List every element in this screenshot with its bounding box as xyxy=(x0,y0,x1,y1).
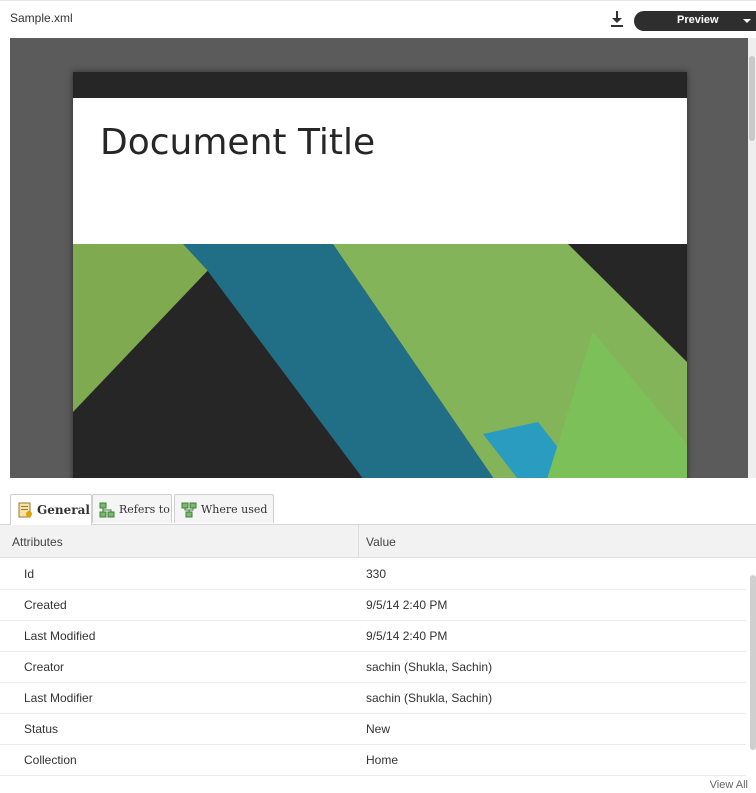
column-header-value: Value xyxy=(366,535,396,549)
attribute-name: Last Modified xyxy=(24,629,96,643)
document-cover-art xyxy=(73,244,687,478)
tab-refers-to[interactable]: Refers to xyxy=(92,494,172,523)
preview-scrollbar[interactable] xyxy=(748,38,756,478)
attribute-name: Status xyxy=(24,722,59,736)
attribute-value: New xyxy=(366,722,391,736)
table-row: Id 330 xyxy=(0,558,746,590)
column-divider[interactable] xyxy=(358,525,359,557)
table-row: Status New xyxy=(0,713,746,745)
attribute-value: Home xyxy=(366,753,399,767)
table-scrollbar[interactable] xyxy=(750,575,756,750)
preview-scrollbar-thumb[interactable] xyxy=(749,56,755,141)
attribute-value: 9/5/14 2:40 PM xyxy=(366,598,448,612)
table-row: Created 9/5/14 2:40 PM xyxy=(0,589,746,621)
general-icon xyxy=(18,502,32,518)
download-icon[interactable] xyxy=(610,10,624,28)
column-header-attributes: Attributes xyxy=(12,535,63,549)
tab-where-used-label: Where used xyxy=(201,503,268,516)
attribute-name: Creator xyxy=(24,660,65,674)
attribute-value: sachin (Shukla, Sachin) xyxy=(366,660,493,674)
attribute-value: 9/5/14 2:40 PM xyxy=(366,629,448,643)
table-header: Attributes Value xyxy=(0,525,756,558)
view-all-link[interactable]: View All xyxy=(710,779,748,791)
preview-button[interactable]: Preview xyxy=(634,11,756,31)
tab-bar: General Refers to Where used xyxy=(0,494,756,525)
chevron-down-icon[interactable] xyxy=(743,19,751,23)
file-name: Sample.xml xyxy=(10,11,73,25)
refers-to-icon xyxy=(99,502,115,518)
document-top-band xyxy=(73,72,687,98)
table-row: Creator sachin (Shukla, Sachin) xyxy=(0,651,746,683)
table-row: Collection Home xyxy=(0,744,746,776)
tab-where-used[interactable]: Where used xyxy=(174,494,274,523)
header-bar: Sample.xml Preview xyxy=(0,0,756,39)
document-title: Document Title xyxy=(100,122,376,163)
attribute-name: Last Modifier xyxy=(24,691,93,705)
tab-general[interactable]: General xyxy=(10,494,92,525)
attribute-name: Collection xyxy=(24,753,77,767)
tab-refers-to-label: Refers to xyxy=(119,503,170,516)
attribute-name: Created xyxy=(24,598,67,612)
preview-button-label: Preview xyxy=(677,14,719,26)
table-row: Last Modified 9/5/14 2:40 PM xyxy=(0,620,746,652)
attribute-value: sachin (Shukla, Sachin) xyxy=(366,691,493,705)
tab-general-label: General xyxy=(37,503,90,517)
where-used-icon xyxy=(181,502,197,518)
document-page: Document Title xyxy=(73,72,687,478)
table-row: Last Modifier sachin (Shukla, Sachin) xyxy=(0,682,746,714)
document-preview: Document Title xyxy=(10,38,756,478)
attribute-name: Id xyxy=(24,567,35,581)
attribute-value: 330 xyxy=(366,567,387,581)
